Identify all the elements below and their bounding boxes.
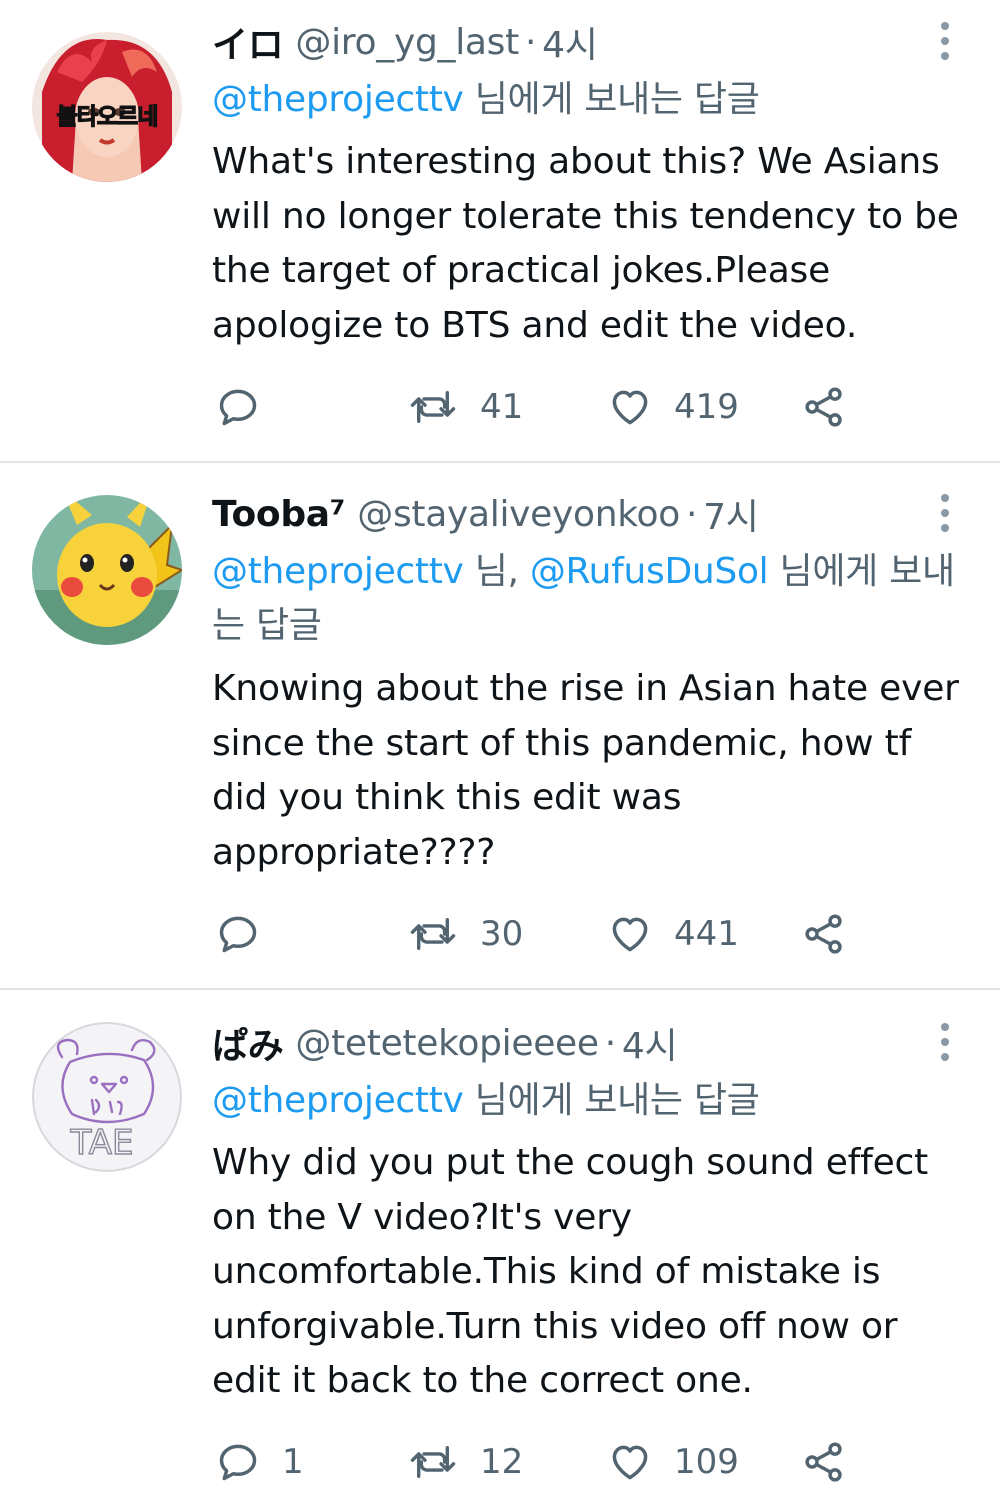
avatar-caption: TAE: [70, 1123, 134, 1163]
replying-label: 님,: [463, 551, 530, 592]
tweet-actions: 1 12 109: [212, 1437, 912, 1487]
like-count: 441: [674, 914, 739, 954]
retweet-count: 30: [480, 914, 524, 954]
like-button[interactable]: 441: [608, 909, 739, 959]
reply-count: 1: [282, 1442, 304, 1482]
tweet[interactable]: TAE ぱみ @tetetekopieeee · 4시 @theprojectt…: [0, 990, 1000, 1509]
avatar-image: TAE: [32, 1022, 182, 1172]
tweet-header: Tooba⁷ @stayaliveyonkoo · 7시: [212, 484, 759, 544]
user-handle[interactable]: @tetetekopieeee: [295, 1023, 599, 1064]
tweet-text: Knowing about the rise in Asian hate eve…: [212, 668, 959, 873]
reply-button[interactable]: 1: [216, 1437, 304, 1487]
retweet-button[interactable]: 41: [408, 382, 523, 432]
replying-to: @theprojecttv 님, @RufusDuSol 님에게 보내는 답글: [212, 545, 972, 653]
like-button[interactable]: 419: [608, 382, 739, 432]
replying-label: 님에게 보내는 답글: [463, 79, 760, 120]
retweet-button[interactable]: 12: [408, 1437, 523, 1487]
heart-icon: [612, 917, 648, 952]
retweet-count: 41: [480, 387, 524, 427]
replying-to: @theprojecttv 님에게 보내는 답글: [212, 73, 972, 127]
retweet-icon: [410, 918, 456, 950]
timestamp[interactable]: 4시: [542, 16, 598, 68]
reply-icon: [219, 916, 257, 953]
avatar-caption: 불타오르네: [56, 103, 159, 130]
display-name[interactable]: ぱみ: [212, 1017, 284, 1069]
avatar[interactable]: [32, 495, 182, 645]
tweet-header: イロ @iro_yg_last · 4시: [212, 12, 598, 72]
tweet[interactable]: Tooba⁷ @stayaliveyonkoo · 7시 @theproject…: [0, 463, 1000, 988]
avatar[interactable]: 불타오르네: [32, 32, 182, 182]
tweet[interactable]: 불타오르네 イロ @iro_yg_last · 4시 @theprojecttv…: [0, 0, 1000, 462]
share-button[interactable]: [802, 909, 846, 959]
share-icon: [805, 914, 842, 954]
share-button[interactable]: [802, 1437, 846, 1487]
more-options-icon[interactable]: [930, 1017, 960, 1067]
avatar[interactable]: TAE: [32, 1022, 182, 1172]
tweet-text: Why did you put the cough sound effect o…: [212, 1142, 929, 1401]
share-button[interactable]: [802, 382, 846, 432]
more-options-icon[interactable]: [930, 16, 960, 66]
timestamp[interactable]: 7시: [703, 488, 759, 540]
retweet-icon: [410, 391, 456, 423]
tweet-actions: 30 441: [212, 909, 912, 959]
more-options-icon[interactable]: [930, 488, 960, 538]
mention-link[interactable]: @RufusDuSol: [530, 551, 769, 592]
heart-icon: [612, 390, 648, 425]
retweet-icon: [410, 1446, 456, 1478]
user-handle[interactable]: @stayaliveyonkoo: [357, 494, 680, 535]
reply-icon: [219, 389, 257, 426]
tweet-actions: 41 419: [212, 382, 912, 432]
mention-link[interactable]: @theprojecttv: [212, 79, 464, 120]
separator-dot: ·: [686, 493, 698, 535]
user-handle[interactable]: @iro_yg_last: [295, 22, 519, 63]
display-name[interactable]: イロ: [212, 16, 284, 68]
display-name[interactable]: Tooba⁷: [212, 494, 346, 535]
retweet-count: 12: [480, 1442, 524, 1482]
mention-link[interactable]: @theprojecttv: [212, 1080, 464, 1121]
avatar-image: [32, 495, 182, 645]
retweet-button[interactable]: 30: [408, 909, 523, 959]
separator-dot: ·: [524, 21, 537, 63]
reply-button[interactable]: [216, 909, 282, 959]
timestamp[interactable]: 4시: [622, 1017, 678, 1069]
like-button[interactable]: 109: [608, 1437, 739, 1487]
like-count: 109: [674, 1442, 739, 1482]
tweet-header: ぱみ @tetetekopieeee · 4시: [212, 1013, 678, 1073]
mention-link[interactable]: @theprojecttv: [212, 551, 464, 592]
share-icon: [805, 387, 842, 427]
tweet-text: What's interesting about this? We Asians…: [212, 141, 959, 346]
share-icon: [805, 1442, 842, 1482]
like-count: 419: [674, 387, 739, 427]
separator-dot: ·: [604, 1022, 616, 1064]
heart-icon: [612, 1445, 648, 1480]
replying-to: @theprojecttv 님에게 보내는 답글: [212, 1074, 972, 1128]
reply-icon: [219, 1444, 257, 1481]
reply-button[interactable]: [216, 382, 282, 432]
replying-label: 님에게 보내는 답글: [463, 1080, 760, 1121]
